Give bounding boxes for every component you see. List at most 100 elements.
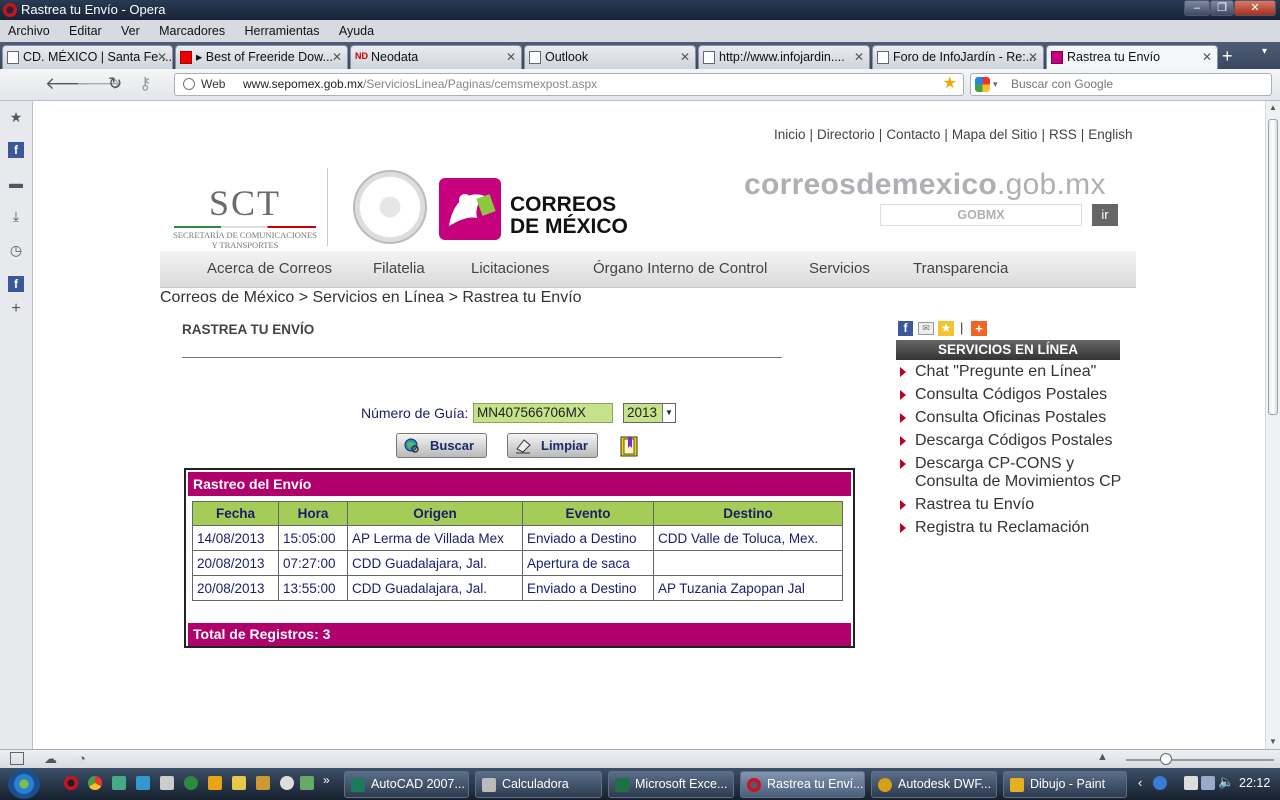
add-panel-icon[interactable]: + xyxy=(8,301,24,317)
scroll-up-icon[interactable]: ▲ xyxy=(1269,103,1277,112)
app-quicklaunch-icon[interactable] xyxy=(256,776,270,790)
chevron-down-icon[interactable]: ▼ xyxy=(662,404,675,422)
service-consulta-oficinas[interactable]: Consulta Oficinas Postales xyxy=(896,409,1126,427)
app-quicklaunch-icon[interactable] xyxy=(208,776,222,790)
nav-servicios[interactable]: Servicios xyxy=(809,260,870,277)
nav-acerca-de-correos[interactable]: Acerca de Correos xyxy=(207,260,332,277)
app-quicklaunch-icon[interactable] xyxy=(160,776,174,790)
limpiar-button[interactable]: Limpiar xyxy=(507,433,598,458)
app-quicklaunch-icon[interactable] xyxy=(136,776,150,790)
zoom-slider[interactable] xyxy=(1126,759,1274,761)
link-contacto[interactable]: Contacto xyxy=(886,127,940,142)
tray-expand-icon[interactable]: ‹ xyxy=(1138,775,1142,790)
close-tab-icon[interactable]: ✕ xyxy=(680,46,690,68)
volume-icon[interactable]: 🔈 xyxy=(1218,774,1234,790)
gobmx-search-input[interactable]: GOBMX xyxy=(880,204,1082,226)
bookmarks-star-icon[interactable]: ★ xyxy=(8,109,24,125)
vertical-scrollbar[interactable]: ▲ ▼ xyxy=(1265,101,1280,749)
nav-transparencia[interactable]: Transparencia xyxy=(913,260,1008,277)
menu-marcadores[interactable]: Marcadores xyxy=(151,20,233,42)
taskbar-autodesk-dwf[interactable]: Autodesk DWF... xyxy=(871,771,997,798)
link-mapa-del-sitio[interactable]: Mapa del Sitio xyxy=(952,127,1038,142)
close-tab-icon[interactable]: ✕ xyxy=(332,46,342,68)
close-tab-icon[interactable]: ✕ xyxy=(1202,46,1212,68)
folder-quicklaunch-icon[interactable] xyxy=(232,776,246,790)
turbo-icon[interactable]: ☁ xyxy=(44,751,57,767)
bookmark-star-icon[interactable]: ★ xyxy=(943,73,957,94)
tab-cd-mexico[interactable]: CD. MÉXICO | Santa Fe ... ✕ xyxy=(2,45,173,69)
speed-dial-icon[interactable]: ◔ xyxy=(78,751,86,766)
link-directorio[interactable]: Directorio xyxy=(817,127,875,142)
facebook-share-icon[interactable]: f xyxy=(898,321,913,336)
search-field[interactable]: ▾ Buscar con Google xyxy=(970,73,1272,96)
tray-icon[interactable] xyxy=(1184,776,1198,790)
tab-rastrea-envio[interactable]: Rastrea tu Envío ✕ xyxy=(1046,45,1218,69)
url-text[interactable]: www.sepomex.gob.mx/ServiciosLinea/Pagina… xyxy=(243,74,597,95)
tab-foro-infojardin[interactable]: Foro de InfoJardín - Re:... ✕ xyxy=(872,45,1044,69)
notes-icon[interactable]: ▬ xyxy=(8,175,24,191)
sct-logo[interactable]: SCT SECRETARÍA DE COMUNICACIONES Y TRANS… xyxy=(170,182,320,250)
service-rastrea-envio[interactable]: Rastrea tu Envío xyxy=(896,496,1126,514)
tab-youtube[interactable]: ▸ Best of Freeride Dow... ✕ xyxy=(175,45,348,69)
taskbar-opera[interactable]: Rastrea tu Enví... xyxy=(740,771,865,798)
start-button[interactable] xyxy=(8,769,40,799)
service-registra-reclamacion[interactable]: Registra tu Reclamación xyxy=(896,519,1126,537)
clock[interactable]: 22:12 xyxy=(1239,776,1270,790)
link-rss[interactable]: RSS xyxy=(1049,127,1077,142)
tab-menu-chevron-icon[interactable]: ▾ xyxy=(1262,46,1267,57)
link-inicio[interactable]: Inicio xyxy=(774,127,806,142)
search-engine-dropdown-icon[interactable]: ▾ xyxy=(993,74,998,95)
addthis-plus-icon[interactable]: + xyxy=(971,321,987,336)
minimize-button[interactable]: – xyxy=(1184,0,1210,16)
close-window-button[interactable]: ✕ xyxy=(1234,0,1276,16)
tab-outlook[interactable]: Outlook ✕ xyxy=(524,45,696,69)
service-chat[interactable]: Chat "Pregunte en Línea" xyxy=(896,363,1126,381)
taskbar-paint[interactable]: Dibujo - Paint xyxy=(1003,771,1127,798)
new-tab-icon[interactable]: + xyxy=(1222,46,1233,66)
chrome-quicklaunch-icon[interactable] xyxy=(88,776,102,790)
service-consulta-cp[interactable]: Consulta Códigos Postales xyxy=(896,386,1126,404)
ir-button[interactable]: ir xyxy=(1092,204,1118,226)
app-quicklaunch-icon[interactable] xyxy=(280,776,294,790)
reload-icon[interactable]: ↻ xyxy=(108,75,122,93)
buscar-button[interactable]: Buscar xyxy=(396,433,487,458)
address-field[interactable]: Web www.sepomex.gob.mx/ServiciosLinea/Pa… xyxy=(174,73,964,96)
close-tab-icon[interactable]: ✕ xyxy=(1028,46,1038,68)
guia-input[interactable]: MN407566706MX xyxy=(473,403,613,423)
menu-ver[interactable]: Ver xyxy=(113,20,148,42)
service-descarga-cp-cons[interactable]: Descarga CP-CONS y Consulta de Movimient… xyxy=(896,455,1126,491)
quicklaunch-more-icon[interactable]: » xyxy=(323,773,330,787)
app-quicklaunch-icon[interactable] xyxy=(184,776,198,790)
downloads-icon[interactable]: ⤓ xyxy=(8,208,24,224)
correos-bird-logo[interactable] xyxy=(439,178,501,240)
taskbar-autocad[interactable]: AutoCAD 2007... xyxy=(344,771,469,798)
maximize-button[interactable]: ❐ xyxy=(1210,0,1234,16)
menu-ayuda[interactable]: Ayuda xyxy=(331,20,382,42)
taskbar-excel[interactable]: Microsoft Exce... xyxy=(608,771,734,798)
close-tab-icon[interactable]: ✕ xyxy=(854,46,864,68)
nav-filatelia[interactable]: Filatelia xyxy=(373,260,425,277)
close-tab-icon[interactable]: ✕ xyxy=(157,46,167,68)
tray-icon[interactable] xyxy=(1153,776,1167,790)
menu-herramientas[interactable]: Herramientas xyxy=(236,20,327,42)
menu-archivo[interactable]: Archivo xyxy=(0,20,58,42)
email-share-icon[interactable]: ✉ xyxy=(918,322,934,335)
year-select[interactable]: 2013 ▼ xyxy=(623,403,676,423)
close-tab-icon[interactable]: ✕ xyxy=(506,46,516,68)
history-clock-icon[interactable]: ◷ xyxy=(8,242,24,258)
tab-neodata[interactable]: ND Neodata ✕ xyxy=(350,45,522,69)
tab-infojardin[interactable]: http://www.infojardin.... ✕ xyxy=(698,45,870,69)
scroll-down-icon[interactable]: ▼ xyxy=(1269,737,1277,746)
link-english[interactable]: English xyxy=(1088,127,1132,142)
facebook-icon[interactable]: f xyxy=(8,276,24,292)
app-quicklaunch-icon[interactable] xyxy=(300,776,314,790)
opera-quicklaunch-icon[interactable] xyxy=(64,776,78,790)
nav-licitaciones[interactable]: Licitaciones xyxy=(471,260,549,277)
zoom-slider-handle[interactable] xyxy=(1160,753,1172,765)
network-icon[interactable] xyxy=(1201,776,1215,790)
favorite-star-icon[interactable]: ★ xyxy=(938,321,954,336)
menu-editar[interactable]: Editar xyxy=(61,20,110,42)
nav-organo-interno[interactable]: Órgano Interno de Control xyxy=(593,260,767,277)
service-descarga-cp[interactable]: Descarga Códigos Postales xyxy=(896,432,1126,450)
key-icon[interactable]: ⚷ xyxy=(139,75,151,93)
